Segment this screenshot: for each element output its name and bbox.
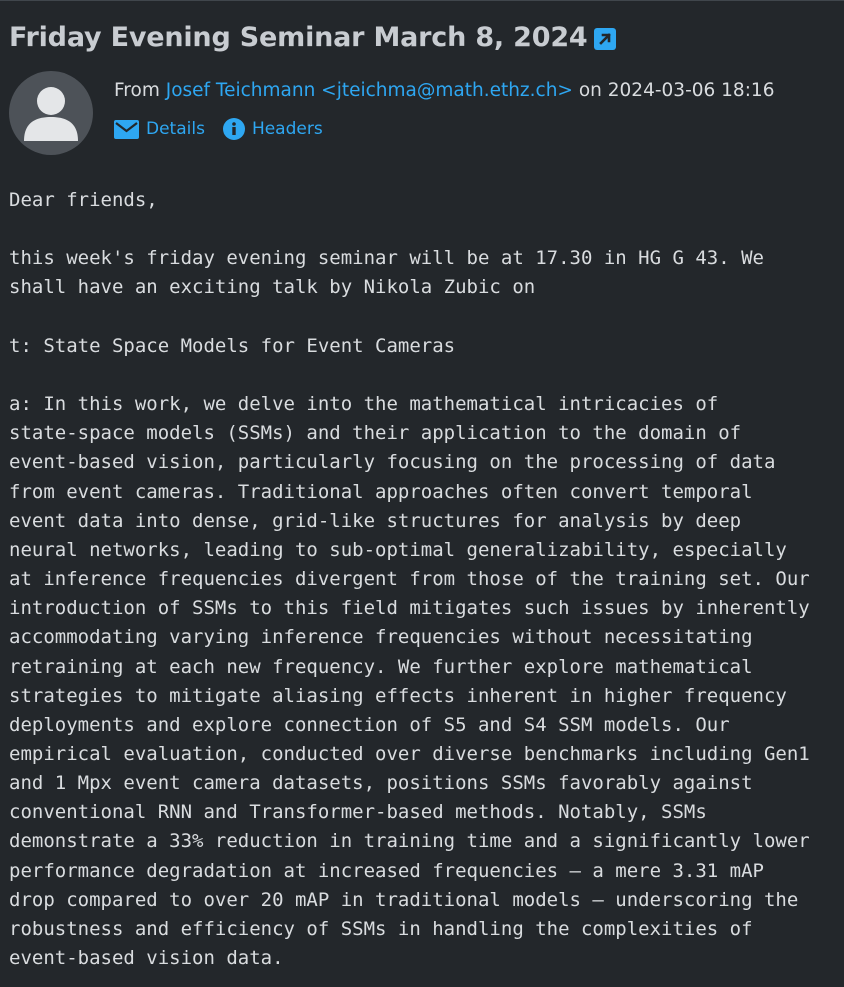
top-divider <box>0 0 844 1</box>
message-actions: Details Headers <box>114 118 323 140</box>
body-line: event-based vision data. <box>9 947 284 970</box>
message-date: 2024-03-06 18:16 <box>607 80 775 101</box>
body-line: empirical evaluation, conducted over div… <box>9 742 810 765</box>
message-body: Dear friends, this week's friday evening… <box>9 186 839 973</box>
body-line: at inference frequencies divergent from … <box>9 568 810 591</box>
headers-label: Headers <box>251 119 323 139</box>
body-line: demonstrate a 33% reduction in training … <box>9 830 810 853</box>
body-line: conventional RNN and Transformer-based m… <box>9 801 707 824</box>
body-line: from event cameras. Traditional approach… <box>9 480 753 503</box>
subject-text: Friday Evening Seminar March 8, 2024 <box>9 22 588 53</box>
body-line: state-space models (SSMs) and their appl… <box>9 422 742 445</box>
details-button[interactable]: Details <box>114 119 205 139</box>
sender-line: From Josef Teichmann <jteichma@math.ethz… <box>114 80 774 101</box>
body-line: and 1 Mpx event camera datasets, positio… <box>9 772 753 795</box>
body-line: deployments and explore connection of S5… <box>9 713 730 736</box>
envelope-icon <box>114 119 139 139</box>
body-line: introduction of SSMs to this field mitig… <box>9 597 810 620</box>
body-line: this week's friday evening seminar will … <box>9 247 764 270</box>
body-line: Dear friends, <box>9 189 158 211</box>
body-line: event data into dense, grid-like structu… <box>9 509 742 532</box>
body-line: robustness and efficiency of SSMs in han… <box>9 917 753 940</box>
body-line: t: State Space Models for Event Cameras <box>9 334 456 357</box>
body-line: accommodating varying inference frequenc… <box>9 626 753 649</box>
external-link-icon[interactable] <box>593 26 616 50</box>
user-avatar-icon <box>24 87 78 141</box>
body-line: neural networks, leading to sub-optimal … <box>9 538 787 561</box>
from-label: From <box>114 80 160 101</box>
body-line: event-based vision, particularly focusin… <box>9 451 776 474</box>
body-line: shall have an exciting talk by Nikola Zu… <box>9 276 536 299</box>
sender-link[interactable]: Josef Teichmann <jteichma@math.ethz.ch> <box>166 80 573 101</box>
sender-avatar <box>9 71 93 155</box>
body-line: strategies to mitigate aliasing effects … <box>9 684 787 707</box>
details-label: Details <box>146 119 205 139</box>
body-line: retraining at each new frequency. We fur… <box>9 655 753 678</box>
message-subject: Friday Evening Seminar March 8, 2024 <box>9 22 616 53</box>
body-line: drop compared to over 20 mAP in traditio… <box>9 888 799 911</box>
date-label: on <box>578 80 602 101</box>
info-circle-icon <box>222 118 245 140</box>
body-line: a: In this work, we delve into the mathe… <box>9 393 719 416</box>
body-line: performance degradation at increased fre… <box>9 859 764 882</box>
headers-button[interactable]: Headers <box>222 118 323 140</box>
